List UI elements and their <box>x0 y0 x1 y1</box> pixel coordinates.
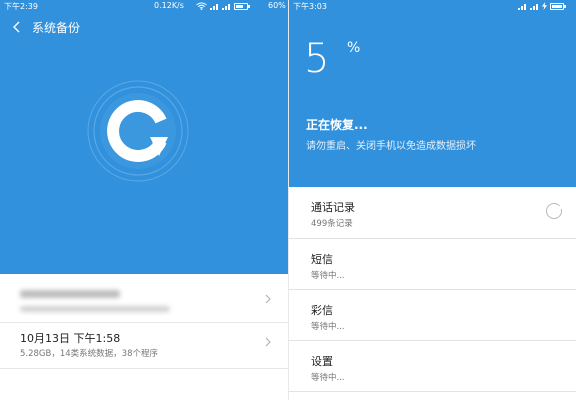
signal-icon <box>518 2 527 10</box>
chevron-right-icon <box>265 294 271 304</box>
item-status: 等待中... <box>311 322 345 332</box>
status-bar: 下午2:39 0.12K/s 60% <box>0 0 288 13</box>
item-status: 等待中... <box>311 373 345 383</box>
restore-warning: 请勿重启、关闭手机以免造成数据损坏 <box>306 141 476 152</box>
blurred-text <box>20 306 170 312</box>
item-name: 彩信 <box>311 304 333 317</box>
signal-icon <box>210 2 219 10</box>
restore-item-sms: 短信 等待中... <box>289 239 576 290</box>
loading-spinner-icon <box>546 203 562 219</box>
backup-date: 10月13日 下午1:58 <box>20 332 121 345</box>
item-status: 499条记录 <box>311 219 353 229</box>
status-time: 下午3:03 <box>293 2 327 11</box>
blurred-text <box>20 290 120 298</box>
wifi-icon <box>196 2 207 10</box>
network-speed: 0.12K/s <box>154 1 184 10</box>
progress-panel: 下午3:03 5 % 正在恢复... 请勿重启、关闭手机以免造成数据损坏 <box>289 0 576 187</box>
battery-icon <box>550 3 566 10</box>
status-time: 下午2:39 <box>4 2 38 11</box>
backup-entry-blurred[interactable] <box>0 274 288 323</box>
backup-details: 5.28GB，14类系统数据，38个程序 <box>20 349 158 359</box>
page-title: 系统备份 <box>32 21 81 35</box>
chevron-right-icon <box>265 337 271 347</box>
signal-icon-2 <box>222 2 231 10</box>
header-panel: 下午2:39 0.12K/s 60% 系统备份 <box>0 0 288 274</box>
restoring-title: 正在恢复... <box>306 118 368 132</box>
item-status: 等待中... <box>311 271 345 281</box>
item-name: 通话记录 <box>311 201 355 214</box>
restore-item-call-log: 通话记录 499条记录 <box>289 187 576 239</box>
chevron-left-icon[interactable] <box>12 19 22 35</box>
system-backup-screen: 下午2:39 0.12K/s 60% 系统备份 10月13日 下午1:58 5.… <box>0 0 288 400</box>
item-name: 设置 <box>311 355 333 368</box>
charging-icon <box>542 2 547 10</box>
restore-progress-screen: 下午3:03 5 % 正在恢复... 请勿重启、关闭手机以免造成数据损坏 通话记… <box>289 0 576 400</box>
battery-percent: 60% <box>268 1 286 10</box>
backup-restore-logo-icon <box>87 80 189 182</box>
progress-percent: 5 <box>304 36 330 82</box>
percent-sign: % <box>347 40 361 56</box>
backup-entry[interactable]: 10月13日 下午1:58 5.28GB，14类系统数据，38个程序 <box>0 323 288 369</box>
battery-icon <box>234 3 250 10</box>
restore-item-settings: 设置 等待中... <box>289 341 576 392</box>
restore-item-mms: 彩信 等待中... <box>289 290 576 341</box>
signal-icon-2 <box>530 2 539 10</box>
status-bar: 下午3:03 <box>289 0 576 13</box>
item-name: 短信 <box>311 253 333 266</box>
